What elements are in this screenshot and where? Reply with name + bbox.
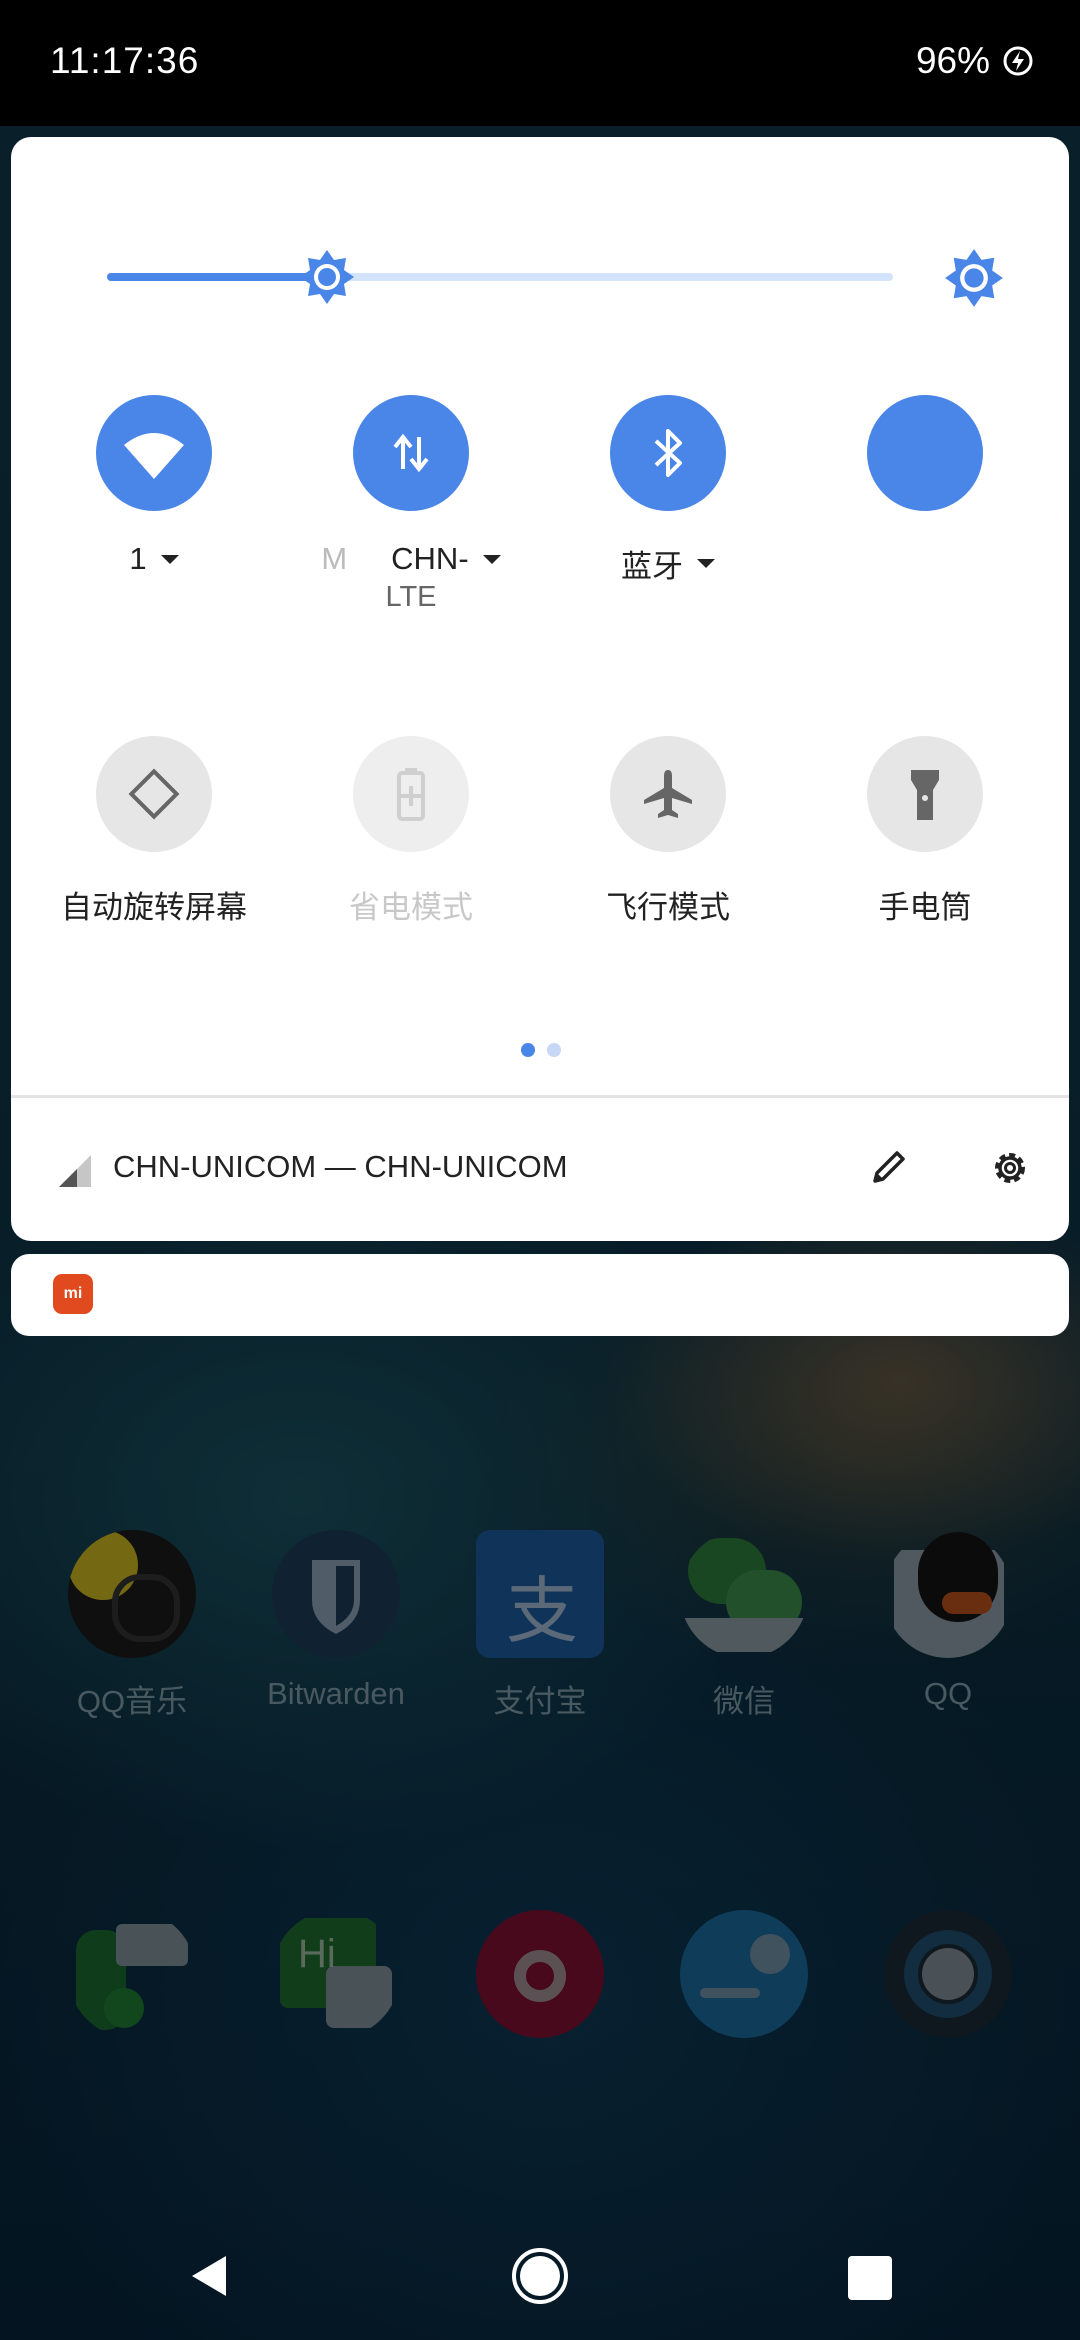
airplane-icon <box>644 770 692 818</box>
data-arrows-icon <box>393 433 429 473</box>
auto-rotate-toggle[interactable] <box>96 736 212 852</box>
airplane-label: 飞行模式 <box>606 890 730 925</box>
battery-charging-icon <box>1003 46 1033 76</box>
bluetooth-toggle[interactable] <box>610 395 726 511</box>
wifi-toggle[interactable] <box>96 395 212 511</box>
airplane-toggle[interactable] <box>610 736 726 852</box>
chevron-down-icon <box>482 554 501 564</box>
page-indicator <box>521 1043 561 1057</box>
network-type: LTE <box>385 581 437 613</box>
recents-icon[interactable] <box>848 2256 892 2300</box>
wifi-icon <box>124 433 184 479</box>
bluetooth-label[interactable]: 蓝牙 <box>568 541 768 586</box>
tile-blank[interactable] <box>825 395 1025 511</box>
rotate-icon <box>128 768 180 820</box>
brightness-thumb-icon[interactable] <box>298 248 356 306</box>
quick-settings-panel: 1 M CHN- LTE 蓝牙 自动旋转屏幕 省电模式 飞行模式 手电筒 CHN… <box>11 137 1069 1241</box>
flashlight-label: 手电筒 <box>878 890 972 925</box>
tile-flashlight[interactable]: 手电筒 <box>825 736 1025 927</box>
tile-bluetooth[interactable]: 蓝牙 <box>568 395 768 586</box>
battery-saver-toggle <box>353 736 469 852</box>
bluetooth-text: 蓝牙 <box>621 549 683 584</box>
home-icon[interactable] <box>510 2246 570 2306</box>
wifi-label[interactable]: 1 <box>54 541 254 577</box>
clock: 11:17:36 <box>50 40 200 81</box>
tile-auto-rotate[interactable]: 自动旋转屏幕 <box>54 736 254 927</box>
gear-icon[interactable] <box>989 1147 1031 1189</box>
chevron-down-icon <box>697 559 715 568</box>
notification-card[interactable]: mi <box>11 1254 1069 1336</box>
mobile-data-label[interactable]: M CHN- <box>311 541 511 577</box>
edit-icon[interactable] <box>869 1147 909 1187</box>
battery-saver-icon <box>397 768 425 821</box>
tile-mobile-data[interactable]: M CHN- LTE <box>311 395 511 614</box>
tile-battery-saver: 省电模式 <box>311 736 511 927</box>
tile-airplane[interactable]: 飞行模式 <box>568 736 768 927</box>
auto-rotate-label: 自动旋转屏幕 <box>61 890 247 925</box>
flashlight-toggle[interactable] <box>867 736 983 852</box>
status-bar: 11:17:36 96% <box>0 0 1080 126</box>
flashlight-icon <box>911 770 939 820</box>
blank-tile-toggle[interactable] <box>867 395 983 511</box>
mi-app-icon: mi <box>53 1274 93 1314</box>
battery-percentage: 96% <box>915 40 990 81</box>
page-dot[interactable] <box>547 1043 561 1057</box>
bluetooth-icon <box>654 429 682 477</box>
carrier-faded-text: M <box>321 541 348 576</box>
signal-icon <box>59 1155 91 1187</box>
carrier-footer: CHN-UNICOM — CHN-UNICOM <box>113 1149 568 1184</box>
tile-wifi[interactable]: 1 <box>54 395 254 577</box>
auto-brightness-icon[interactable] <box>943 247 1005 309</box>
page-dot-active <box>521 1043 535 1057</box>
chevron-down-icon <box>160 554 179 564</box>
carrier-name: CHN- <box>391 541 469 576</box>
brightness-slider-fill <box>107 273 328 281</box>
battery-saver-label: 省电模式 <box>349 890 473 925</box>
divider <box>11 1095 1069 1098</box>
back-icon[interactable] <box>186 2252 234 2300</box>
mobile-data-toggle[interactable] <box>353 395 469 511</box>
wifi-network-name: 1 <box>129 541 147 576</box>
